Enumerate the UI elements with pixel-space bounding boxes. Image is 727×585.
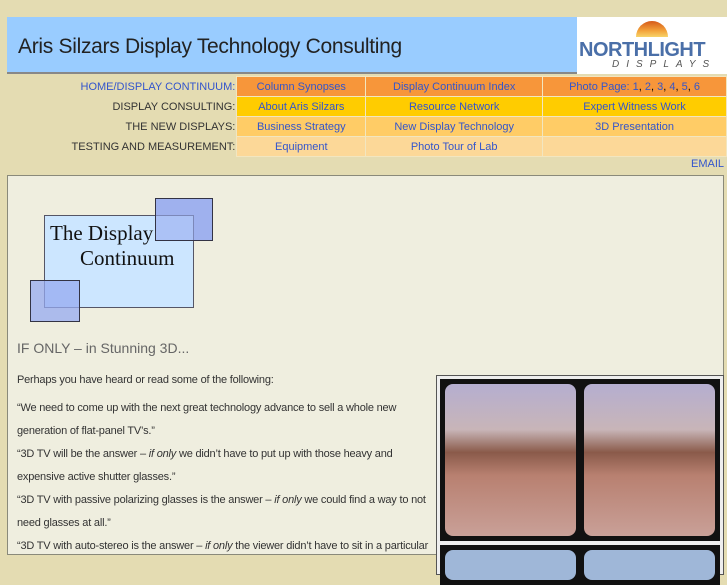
logo-line-1: The Display: [50, 221, 154, 245]
quote-2: “3D TV will be the answer – if only we d…: [17, 443, 437, 489]
nav-photo-tour[interactable]: Photo Tour of Lab: [411, 141, 498, 153]
stereo-image-left: [445, 550, 576, 580]
photo-page-label: Photo Page:: [569, 80, 633, 93]
quote-4: “3D TV with auto-stereo is the answer – …: [17, 535, 437, 558]
logo-subtext: DISPLAYS: [612, 59, 717, 70]
content-area: The Display Continuum IF ONLY – in Stunn…: [7, 175, 724, 585]
logo-square: [155, 198, 213, 241]
article-heading: IF ONLY – in Stunning 3D...: [17, 340, 190, 356]
photo-page-5[interactable]: 5: [682, 81, 688, 93]
emphasis: if only: [148, 448, 177, 460]
nav-business-strategy[interactable]: Business Strategy: [257, 121, 346, 133]
intro-paragraph: Perhaps you have heard or read some of t…: [17, 374, 274, 386]
emphasis: if only: [274, 494, 302, 506]
header-banner: Aris Silzars Display Technology Consulti…: [7, 17, 577, 74]
site-title: Aris Silzars Display Technology Consulti…: [18, 35, 402, 58]
photo-page-1[interactable]: 1: [633, 81, 639, 93]
email-link[interactable]: EMAIL: [691, 158, 724, 170]
photo-page-3[interactable]: 3: [657, 81, 663, 93]
nav-expert-witness[interactable]: Expert Witness Work: [583, 101, 686, 113]
nav-new-display-technology[interactable]: New Display Technology: [394, 121, 514, 133]
photo-page-2[interactable]: 2: [645, 81, 651, 93]
nav-label-testing: TESTING AND MEASUREMENT:: [71, 140, 236, 153]
logo-line-2: Continuum: [80, 246, 175, 270]
stereo-photo: [436, 375, 724, 585]
quote-3: “3D TV with passive polarizing glasses i…: [17, 489, 437, 535]
sun-icon: [636, 21, 668, 37]
nav-equipment[interactable]: Equipment: [275, 141, 328, 153]
nav-home-display-continuum[interactable]: HOME/DISPLAY CONTINUUM:: [81, 81, 236, 93]
nav-about[interactable]: About Aris Silzars: [258, 101, 344, 113]
nav-label-new-displays: THE NEW DISPLAYS:: [125, 120, 236, 133]
stereo-image-right: [584, 550, 715, 580]
logo-square: [30, 280, 80, 322]
stereo-image-left: [445, 384, 576, 536]
text: the viewer didn’t have to sit in a parti…: [232, 540, 429, 552]
text: “3D TV with auto-stereo is the answer –: [17, 540, 206, 552]
empty-cell: [542, 136, 727, 157]
text: “3D TV with passive polarizing glasses i…: [17, 494, 275, 506]
photo-page-4[interactable]: 4: [669, 81, 675, 93]
stereo-pair: [440, 545, 720, 585]
emphasis: if only: [205, 540, 233, 552]
photo-page-6[interactable]: 6: [694, 81, 700, 93]
nav-column-synopses[interactable]: Column Synopses: [257, 81, 346, 93]
stereo-pair: [440, 379, 720, 541]
quote-1: “We need to come up with the next great …: [17, 402, 397, 437]
nav-resource-network[interactable]: Resource Network: [409, 101, 499, 113]
nav-display-continuum-index[interactable]: Display Continuum Index: [393, 81, 515, 93]
nav-3d-presentation[interactable]: 3D Presentation: [595, 121, 674, 133]
nav-table: HOME/DISPLAY CONTINUUM: Column Synopses …: [7, 76, 727, 157]
text: “3D TV will be the answer –: [17, 448, 149, 460]
display-continuum-logo: The Display Continuum: [30, 198, 213, 324]
stereo-image-right: [584, 384, 715, 536]
northlight-logo[interactable]: NORTHLIGHT DISPLAYS: [577, 17, 727, 74]
nav-label-display-consulting: DISPLAY CONSULTING:: [112, 100, 236, 113]
